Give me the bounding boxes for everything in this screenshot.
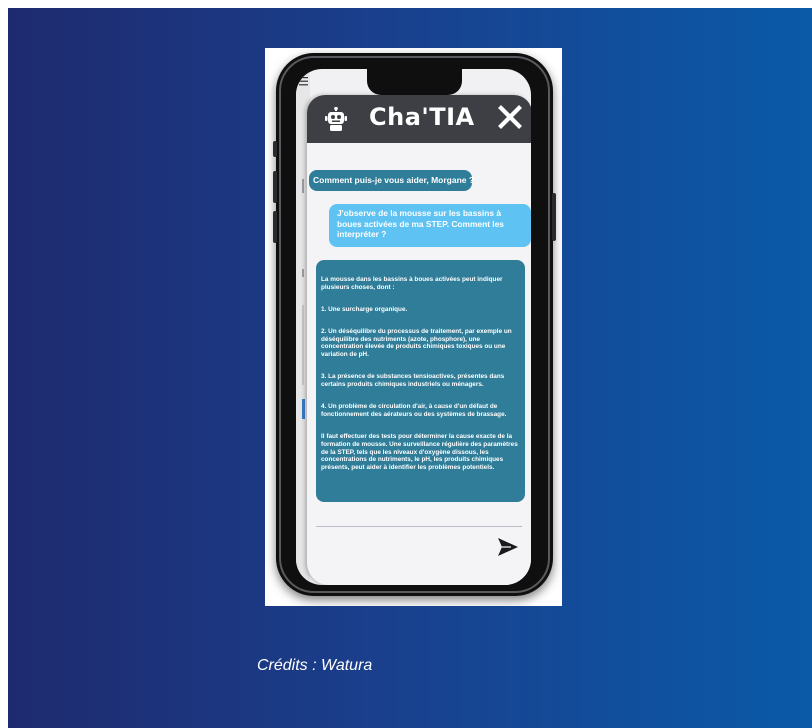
bot-answer-paragraph: Il faut effectuer des tests pour détermi…: [321, 433, 518, 472]
phone-screen: Cha'TIA Comment puis-je vous aider, Morg…: [296, 69, 531, 585]
chat-title: Cha'TIA: [369, 103, 475, 131]
photo-credits: Crédits : Watura: [257, 657, 373, 674]
bot-answer-paragraph: 1. Une surcharge organique.: [321, 305, 408, 313]
background-text-line: [302, 305, 304, 385]
phone-frame: Cha'TIA Comment puis-je vous aider, Morg…: [273, 53, 556, 596]
message-input[interactable]: [316, 526, 522, 527]
mute-button: [273, 141, 277, 157]
phone-notch: [367, 69, 462, 95]
phone-photo: Cha'TIA Comment puis-je vous aider, Morg…: [265, 48, 562, 606]
bot-greeting-message: Comment puis-je vous aider, Morgane ?: [309, 170, 474, 191]
hamburger-icon[interactable]: [299, 77, 309, 87]
background-panel: Cha'TIA Comment puis-je vous aider, Morg…: [8, 8, 812, 728]
volume-down-button: [273, 211, 277, 243]
chat-header: Cha'TIA: [307, 95, 531, 143]
background-text-line: [302, 269, 304, 277]
bot-answer-paragraph: La mousse dans les bassins à boues activ…: [321, 275, 503, 291]
background-accent-bar: [302, 399, 305, 419]
chat-window: Cha'TIA Comment puis-je vous aider, Morg…: [307, 95, 531, 585]
volume-up-button: [273, 171, 277, 203]
bot-answer-message: La mousse dans les bassins à boues activ…: [316, 260, 525, 502]
bot-answer-paragraph: 4. Un problème de circulation d'air, à c…: [321, 403, 507, 418]
user-message: J'observe de la mousse sur les bassins à…: [329, 204, 531, 247]
bot-answer-paragraph: 3. La présence de substances tensioactiv…: [321, 373, 505, 389]
power-button: [552, 193, 556, 241]
background-text-line: [302, 179, 304, 193]
send-icon[interactable]: [497, 537, 519, 557]
bot-answer-paragraph: 2. Un déséquilibre du processus de trait…: [321, 327, 512, 359]
robot-icon: [325, 106, 347, 131]
close-icon[interactable]: [497, 105, 523, 131]
